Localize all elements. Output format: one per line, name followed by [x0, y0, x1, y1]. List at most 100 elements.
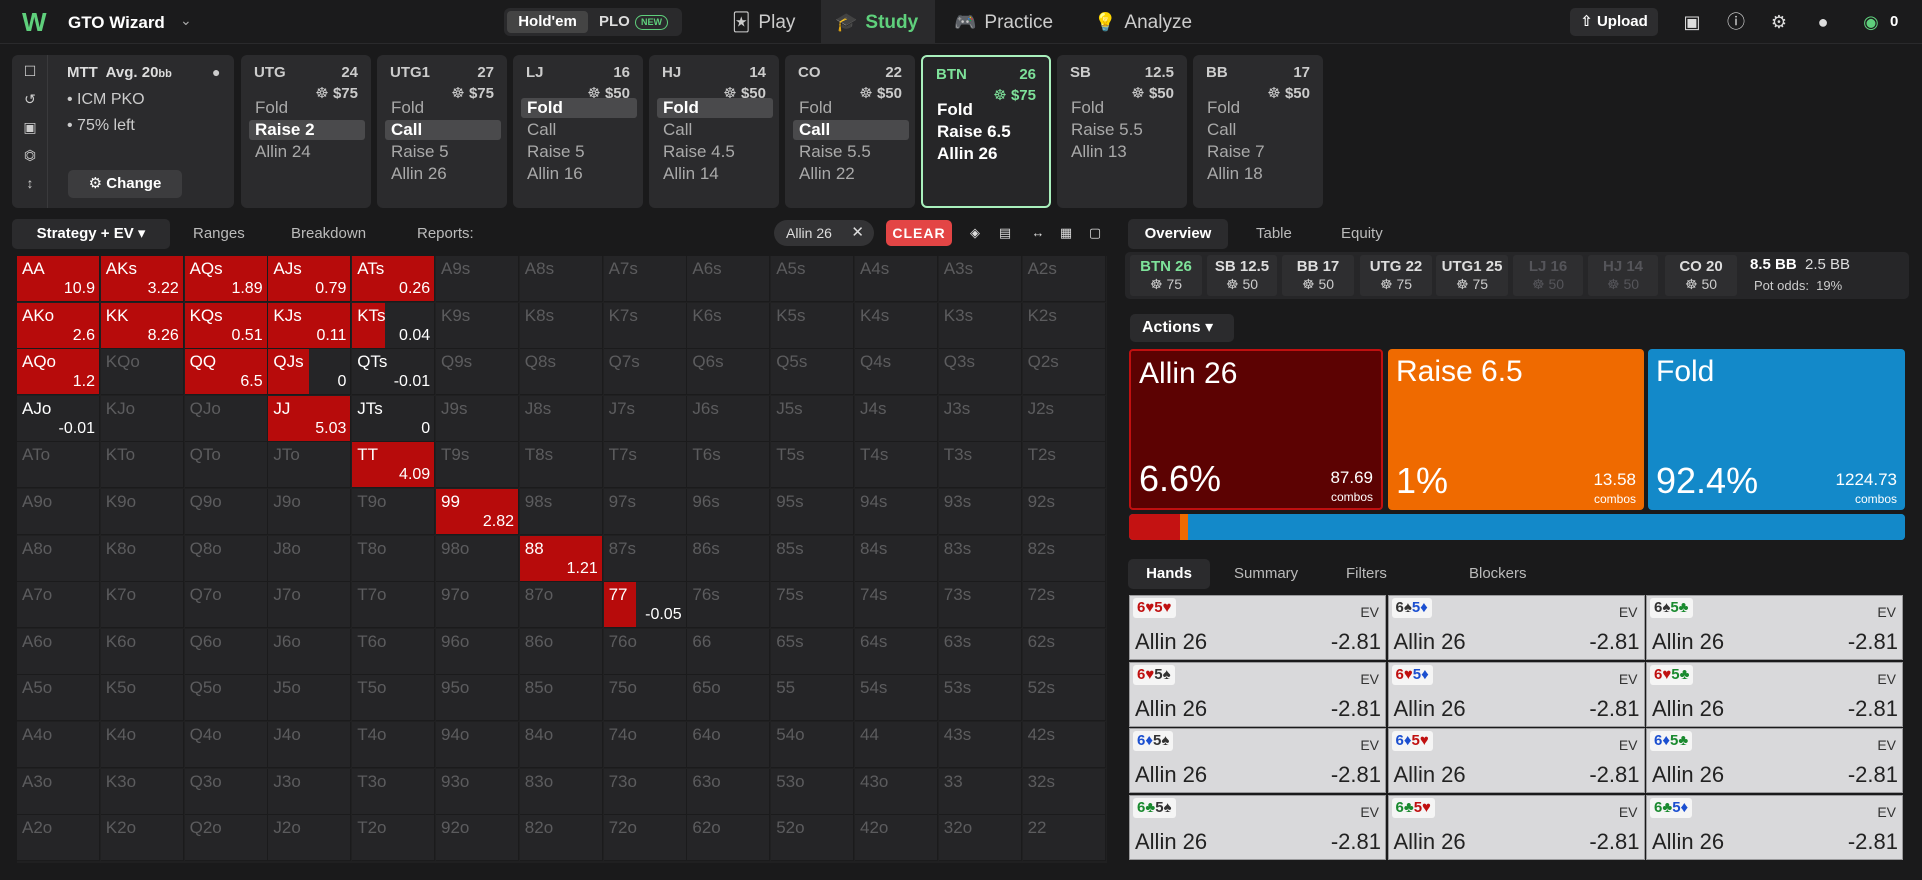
hand-cell[interactable]: AJs 0.79: [268, 256, 352, 302]
hand-cell[interactable]: 63o: [687, 768, 771, 815]
hand-cell[interactable]: Q5o: [184, 675, 268, 722]
hand-cell[interactable]: KTs 0.04: [352, 302, 436, 349]
hand-cell[interactable]: 66: [687, 628, 771, 675]
hand-cell[interactable]: K9s: [436, 302, 519, 349]
tab-equity-chart[interactable]: Equity chart: [1341, 219, 1383, 272]
hand-combo[interactable]: 6♦5♥ EV Allin 26 -2.81: [1387, 728, 1645, 793]
gamepad-icon[interactable]: ⏣: [21, 147, 39, 165]
hand-cell[interactable]: A7o: [17, 582, 100, 629]
hand-cell[interactable]: 52s: [1022, 675, 1106, 722]
hand-cell[interactable]: 84s: [855, 535, 938, 582]
gear-icon[interactable]: ⚙: [1768, 11, 1790, 33]
hand-cell[interactable]: T7o: [352, 582, 436, 629]
hand-cell[interactable]: K9o: [100, 489, 184, 535]
hand-cell[interactable]: 73o: [603, 768, 687, 815]
hand-cell[interactable]: Q7s: [603, 349, 687, 396]
hand-cell[interactable]: J6o: [268, 628, 352, 675]
position-card-btn[interactable]: BTN 26 ☸ $75 Fold Raise 6.5 Allin 26: [921, 55, 1051, 208]
plo-toggle[interactable]: PLO: [599, 11, 630, 33]
hand-cell[interactable]: J8s: [519, 395, 603, 442]
hand-cell[interactable]: T3s: [938, 442, 1022, 489]
hand-cell[interactable]: 87o: [519, 582, 603, 629]
hand-cell[interactable]: J5s: [771, 395, 855, 442]
hand-cell[interactable]: 85o: [519, 675, 603, 722]
hand-cell[interactable]: T8o: [352, 535, 436, 582]
hand-cell[interactable]: J7o: [268, 582, 352, 629]
hand-cell[interactable]: 42s: [1022, 722, 1106, 768]
hand-cell[interactable]: QJs 0: [268, 349, 352, 396]
position-action[interactable]: Allin 16: [521, 164, 637, 184]
tab-summary[interactable]: Summary: [1234, 559, 1298, 589]
hand-cell[interactable]: A6s: [687, 256, 771, 302]
position-action[interactable]: Call: [521, 120, 637, 140]
logo-icon[interactable]: W: [22, 9, 52, 35]
hand-cell[interactable]: 94o: [436, 722, 519, 768]
hand-cell[interactable]: QJo: [184, 395, 268, 442]
hand-combo[interactable]: 6♥5♣ EV Allin 26 -2.81: [1646, 661, 1903, 727]
hand-cell[interactable]: QQ 6.5: [184, 349, 268, 396]
hand-combo[interactable]: 6♥5♦ EV Allin 26 -2.81: [1387, 661, 1645, 727]
hand-cell[interactable]: A8s: [519, 256, 603, 302]
hand-cell[interactable]: 74s: [855, 582, 938, 629]
hand-cell[interactable]: JTo: [268, 442, 352, 489]
hand-cell[interactable]: T5o: [352, 675, 436, 722]
hand-cell[interactable]: 32s: [1022, 768, 1106, 815]
position-action[interactable]: Raise 2: [249, 120, 365, 140]
hand-cell[interactable]: 53o: [771, 768, 855, 815]
hand-cell[interactable]: 73s: [938, 582, 1022, 629]
tab-filters[interactable]: Filters ⧉: [1346, 559, 1387, 612]
position-card-co[interactable]: CO 22 ☸ $50 Fold Call Raise 5.5 Allin 22: [785, 55, 915, 208]
hand-cell[interactable]: T5s: [771, 442, 855, 489]
hand-cell[interactable]: QTo: [184, 442, 268, 489]
hand-cell[interactable]: JTs 0: [352, 395, 436, 442]
hand-cell[interactable]: 62s: [1022, 628, 1106, 675]
hand-cell[interactable]: AQo 1.2: [17, 349, 100, 396]
hand-cell[interactable]: K4o: [100, 722, 184, 768]
position-action[interactable]: Call: [1201, 120, 1317, 140]
hand-cell[interactable]: 55: [771, 675, 855, 722]
hand-cell[interactable]: 62o: [687, 815, 771, 862]
holdem-toggle[interactable]: Hold'em: [507, 11, 588, 33]
single-view-icon[interactable]: ▢: [1084, 222, 1106, 244]
position-action[interactable]: Fold: [793, 98, 909, 118]
action-box[interactable]: Raise 6.5 1% 13.58 combos: [1388, 349, 1644, 510]
tab-table[interactable]: Table: [1256, 219, 1292, 249]
seat-5[interactable]: LJ 16 ☸ 50: [1513, 255, 1583, 296]
hand-cell[interactable]: 54s: [855, 675, 938, 722]
hand-cell[interactable]: J3o: [268, 768, 352, 815]
hand-cell[interactable]: 94s: [855, 489, 938, 535]
hand-cell[interactable]: 63s: [938, 628, 1022, 675]
position-card-bb[interactable]: BB 17 ☸ $50 Fold Call Raise 7 Allin 18: [1193, 55, 1323, 208]
seat-3[interactable]: UTG 22 ☸ 75: [1360, 255, 1432, 296]
hand-combo[interactable]: 6♦5♣ EV Allin 26 -2.81: [1646, 728, 1903, 793]
hand-cell[interactable]: 74o: [603, 722, 687, 768]
hand-cell[interactable]: AKs 3.22: [100, 256, 184, 302]
position-card-utg[interactable]: UTG 24 ☸ $75 Fold Raise 2 Allin 24: [241, 55, 371, 208]
position-action[interactable]: Raise 4.5: [657, 142, 773, 162]
hand-cell[interactable]: J8o: [268, 535, 352, 582]
filter-chip[interactable]: Allin 26 ✕: [774, 220, 874, 246]
hand-cell[interactable]: K7o: [100, 582, 184, 629]
position-action[interactable]: Allin 26: [931, 144, 1047, 164]
action-box[interactable]: Allin 26 6.6% 87.69 combos: [1129, 349, 1383, 510]
grid-view-icon[interactable]: ▦: [1055, 222, 1077, 244]
hand-cell[interactable]: J9o: [268, 489, 352, 535]
seat-7[interactable]: CO 20 ☸ 50: [1665, 255, 1737, 296]
hand-cell[interactable]: J9s: [436, 395, 519, 442]
hand-cell[interactable]: Q8o: [184, 535, 268, 582]
nav-study[interactable]: 🎓 Study: [821, 0, 935, 44]
seat-2[interactable]: BB 17 ☸ 50: [1282, 255, 1354, 296]
screenshot-icon[interactable]: ▣: [1681, 11, 1703, 33]
hand-combo[interactable]: 6♣5♦ EV Allin 26 -2.81: [1646, 794, 1903, 860]
hand-cell[interactable]: 65o: [687, 675, 771, 722]
hand-cell[interactable]: Q7o: [184, 582, 268, 629]
split-view-icon[interactable]: ▤: [994, 222, 1016, 244]
hand-cell[interactable]: 75o: [603, 675, 687, 722]
position-action[interactable]: Allin 22: [793, 164, 909, 184]
action-box[interactable]: Fold 92.4% 1224.73 combos: [1648, 349, 1905, 510]
hand-cell[interactable]: A9s: [436, 256, 519, 302]
hand-cell[interactable]: 72o: [603, 815, 687, 862]
hand-cell[interactable]: 53s: [938, 675, 1022, 722]
hand-cell[interactable]: K5s: [771, 302, 855, 349]
hand-cell[interactable]: KQo: [100, 349, 184, 396]
